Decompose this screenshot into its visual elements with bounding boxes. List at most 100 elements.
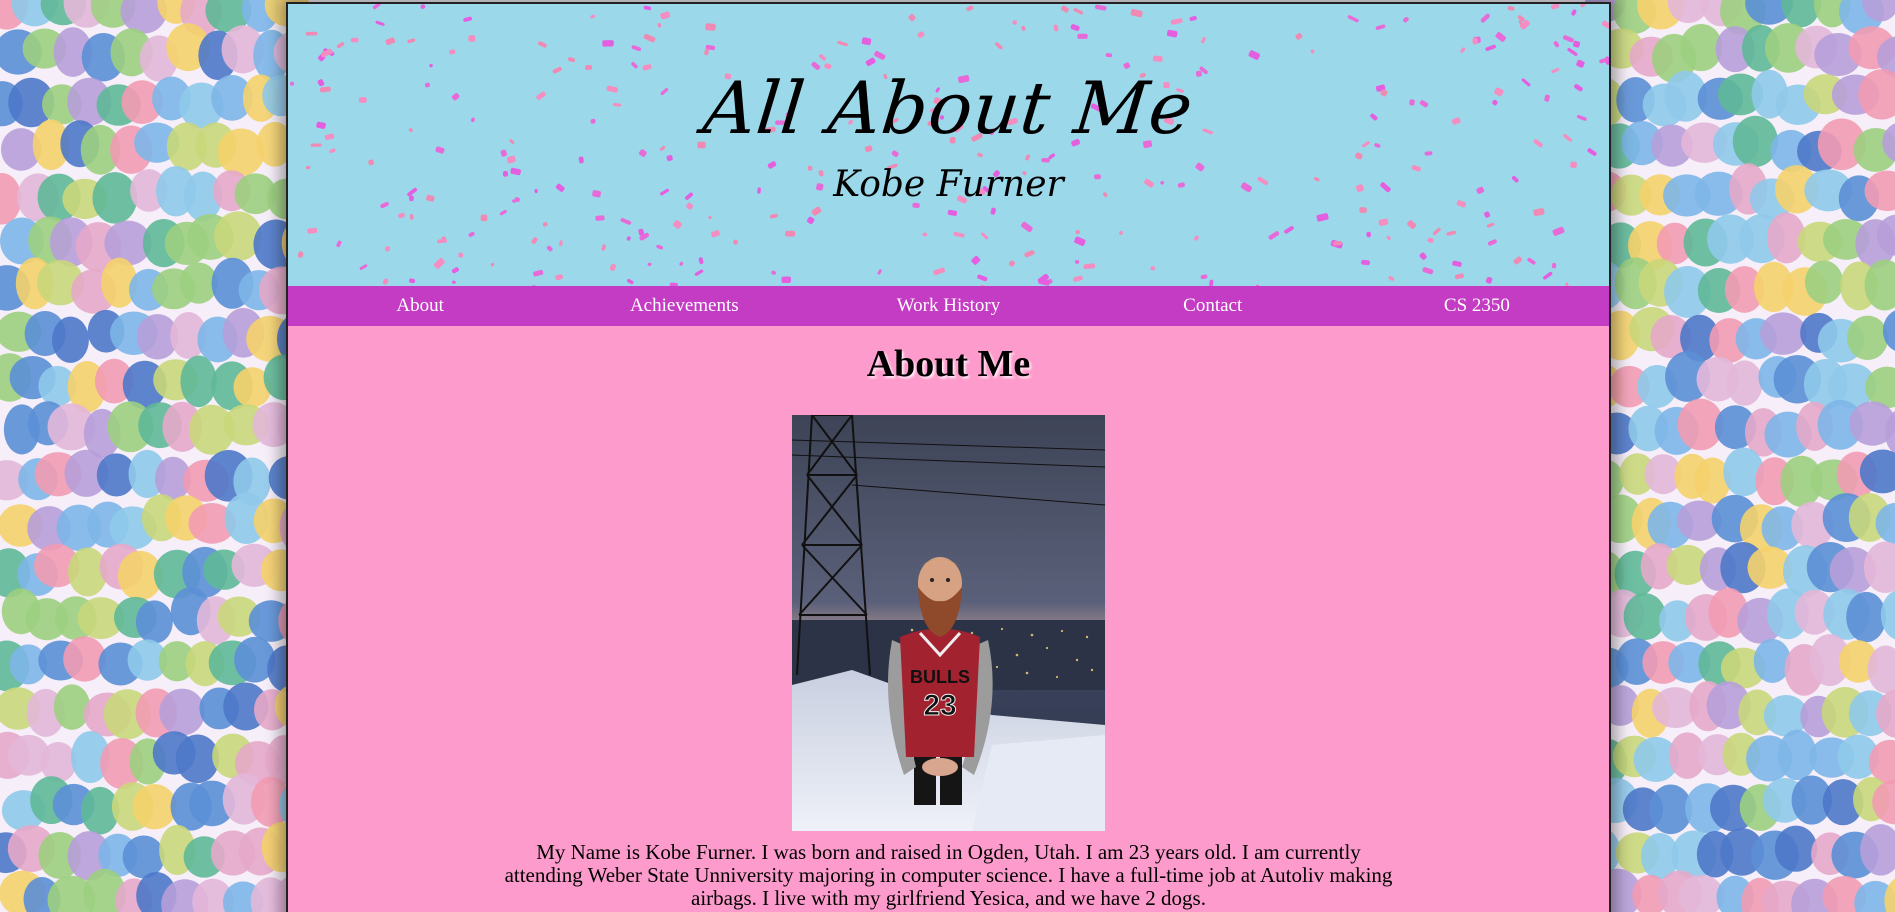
confetti-piece bbox=[1452, 260, 1462, 267]
confetti-piece bbox=[1295, 33, 1303, 40]
confetti-piece bbox=[468, 35, 476, 42]
confetti-piece bbox=[500, 149, 507, 157]
confetti-piece bbox=[708, 215, 712, 220]
confetti-piece bbox=[908, 14, 916, 22]
confetti-piece bbox=[1284, 226, 1294, 234]
confetti-piece bbox=[994, 42, 1003, 50]
confetti-piece bbox=[694, 269, 704, 276]
confetti-piece bbox=[861, 37, 872, 46]
confetti-piece bbox=[1580, 4, 1586, 8]
confetti-piece bbox=[449, 49, 456, 55]
background-dot bbox=[1726, 360, 1763, 406]
bio-paragraph: My Name is Kobe Furner. I was born and r… bbox=[504, 840, 1393, 910]
confetti-piece bbox=[1209, 279, 1214, 286]
confetti-piece bbox=[1485, 44, 1496, 51]
confetti-piece bbox=[420, 4, 426, 9]
confetti-piece bbox=[1375, 24, 1386, 30]
nav-link-achievements[interactable]: Achievements bbox=[552, 295, 816, 317]
confetti-piece bbox=[626, 278, 634, 285]
confetti-piece bbox=[1074, 236, 1086, 246]
confetti-piece bbox=[1041, 157, 1050, 163]
nav-link-about[interactable]: About bbox=[288, 295, 552, 317]
confetti-piece bbox=[1053, 24, 1059, 32]
nav-link-contact[interactable]: Contact bbox=[1081, 295, 1345, 317]
background-dot bbox=[1804, 260, 1844, 304]
confetti-piece bbox=[490, 262, 495, 267]
confetti-piece bbox=[1513, 256, 1523, 265]
confetti-piece bbox=[666, 155, 673, 162]
site-subtitle: Kobe Furner bbox=[833, 164, 1064, 205]
confetti-piece bbox=[1070, 24, 1080, 31]
confetti-piece bbox=[811, 206, 822, 216]
confetti-piece bbox=[1366, 231, 1371, 238]
confetti-piece bbox=[643, 33, 656, 43]
confetti-piece bbox=[1552, 226, 1565, 236]
confetti-piece bbox=[499, 209, 507, 216]
confetti-piece bbox=[1567, 47, 1578, 56]
confetti-piece bbox=[1424, 151, 1433, 156]
background-dot bbox=[159, 688, 206, 736]
confetti-piece bbox=[407, 38, 416, 44]
confetti-piece bbox=[1378, 218, 1389, 226]
confetti-piece bbox=[953, 231, 965, 238]
confetti-piece bbox=[1024, 250, 1035, 258]
confetti-piece bbox=[966, 5, 974, 12]
main-nav: About Achievements Work History Contact … bbox=[288, 286, 1609, 326]
confetti-piece bbox=[382, 278, 389, 285]
confetti-piece bbox=[1170, 18, 1183, 25]
background-dot bbox=[1760, 312, 1807, 355]
confetti-piece bbox=[451, 267, 459, 274]
confetti-piece bbox=[1573, 40, 1581, 48]
confetti-piece bbox=[506, 155, 516, 164]
confetti-piece bbox=[385, 37, 396, 45]
background-dot bbox=[1884, 878, 1895, 912]
confetti-piece bbox=[977, 152, 983, 158]
confetti-piece bbox=[806, 216, 815, 225]
confetti-piece bbox=[698, 257, 704, 265]
confetti-piece bbox=[922, 232, 928, 237]
confetti-piece bbox=[307, 227, 318, 234]
confetti-piece bbox=[1152, 55, 1163, 62]
confetti-piece bbox=[437, 238, 447, 244]
nav-link-work-history[interactable]: Work History bbox=[816, 295, 1080, 317]
confetti-piece bbox=[602, 40, 614, 47]
confetti-piece bbox=[1427, 237, 1434, 243]
confetti-piece bbox=[451, 280, 456, 284]
confetti-piece bbox=[533, 269, 544, 277]
confetti-piece bbox=[601, 244, 606, 251]
confetti-piece bbox=[538, 41, 547, 48]
confetti-piece bbox=[977, 274, 988, 282]
confetti-piece bbox=[1200, 274, 1208, 280]
confetti-piece bbox=[947, 209, 958, 216]
confetti-piece bbox=[1551, 4, 1560, 10]
confetti-piece bbox=[1012, 20, 1017, 25]
confetti-piece bbox=[733, 239, 739, 245]
confetti-piece bbox=[656, 244, 664, 250]
background-dot bbox=[135, 600, 173, 644]
confetti-piece bbox=[1189, 16, 1197, 21]
section-title: About Me bbox=[866, 343, 1031, 385]
confetti-piece bbox=[679, 261, 684, 266]
confetti-piece bbox=[1248, 50, 1260, 60]
confetti-piece bbox=[1601, 20, 1609, 30]
confetti-piece bbox=[1150, 266, 1156, 271]
confetti-piece bbox=[409, 278, 416, 284]
background-dot bbox=[1774, 825, 1818, 872]
main-content: About Me BULLS 23 My Name is Kobe Furner… bbox=[288, 326, 1609, 910]
confetti-piece bbox=[1487, 239, 1497, 246]
site-header: All About Me Kobe Furner bbox=[288, 4, 1609, 286]
confetti-piece bbox=[1105, 53, 1113, 58]
confetti-piece bbox=[531, 237, 538, 244]
confetti-piece bbox=[336, 42, 345, 49]
confetti-piece bbox=[769, 213, 778, 219]
confetti-piece bbox=[409, 213, 414, 220]
confetti-piece bbox=[1422, 267, 1434, 275]
confetti-piece bbox=[647, 262, 652, 266]
confetti-piece bbox=[1073, 8, 1084, 15]
confetti-piece bbox=[1507, 6, 1515, 11]
confetti-piece bbox=[1527, 257, 1536, 265]
confetti-piece bbox=[1388, 275, 1395, 281]
confetti-piece bbox=[1021, 25, 1026, 31]
confetti-piece bbox=[1061, 5, 1069, 13]
nav-link-cs-2350[interactable]: CS 2350 bbox=[1345, 295, 1609, 317]
